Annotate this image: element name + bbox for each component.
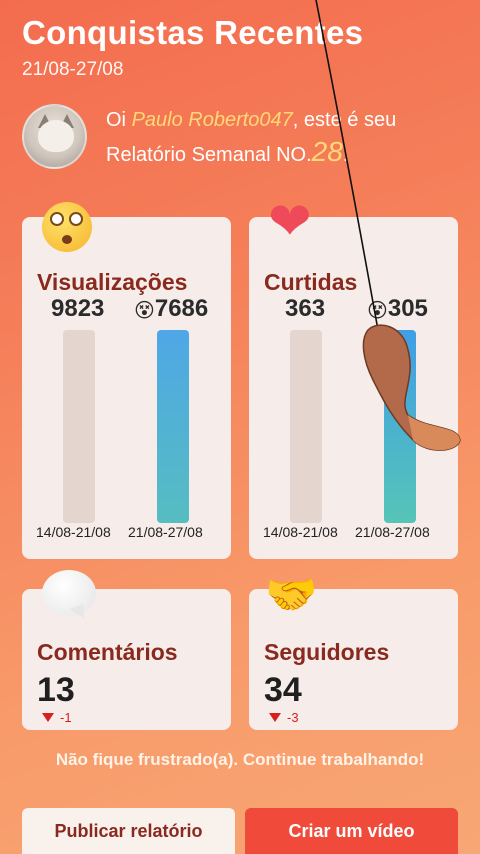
likes-card[interactable]: Curtidas 363 😵305 14/08-21/08 21/08-27/0… bbox=[249, 217, 458, 559]
dizzy-face-icon: 😵 bbox=[134, 300, 155, 322]
avatar[interactable] bbox=[22, 104, 87, 169]
page-title: Conquistas Recentes bbox=[22, 14, 364, 51]
speech-bubble-icon bbox=[42, 570, 96, 616]
views-label: Visualizações bbox=[37, 269, 188, 295]
views-current-value: 7686 bbox=[154, 295, 209, 322]
down-arrow-icon bbox=[42, 713, 54, 722]
followers-label: Seguidores bbox=[264, 639, 390, 665]
date-range: 21/08-27/08 bbox=[22, 59, 124, 80]
create-video-button[interactable]: Criar um vídeo bbox=[245, 808, 458, 854]
likes-previous-bar bbox=[290, 330, 322, 523]
followers-delta-value: -3 bbox=[287, 710, 299, 725]
likes-previous-period: 14/08-21/08 bbox=[263, 524, 338, 540]
views-current-value-wrap: 😵7686 bbox=[134, 295, 208, 323]
comments-count: 13 bbox=[37, 671, 75, 709]
down-arrow-icon bbox=[269, 713, 281, 722]
username: Paulo Roberto047 bbox=[131, 109, 293, 131]
followers-delta: -3 bbox=[269, 710, 299, 725]
heart-icon: ❤ bbox=[268, 193, 312, 251]
likes-label: Curtidas bbox=[264, 269, 358, 295]
greeting-prefix: Oi bbox=[106, 109, 132, 131]
comments-label: Comentários bbox=[37, 639, 178, 665]
dizzy-face-icon: 😵 bbox=[367, 300, 388, 322]
comments-delta-value: -1 bbox=[60, 710, 72, 725]
views-previous-period: 14/08-21/08 bbox=[36, 524, 111, 540]
likes-current-value: 305 bbox=[387, 295, 428, 322]
likes-current-value-wrap: 😵305 bbox=[367, 295, 428, 323]
followers-count: 34 bbox=[264, 671, 302, 709]
handshake-icon: 🤝 bbox=[265, 571, 318, 618]
likes-current-bar bbox=[384, 330, 416, 523]
report-number: 28 bbox=[311, 136, 343, 167]
views-current-period: 21/08-27/08 bbox=[128, 524, 203, 540]
publish-report-button[interactable]: Publicar relatório bbox=[22, 808, 235, 854]
encouragement-message: Não fique frustrado(a). Continue trabalh… bbox=[55, 750, 425, 769]
likes-previous-value: 363 bbox=[285, 295, 326, 322]
comments-delta: -1 bbox=[42, 710, 72, 725]
views-previous-value: 9823 bbox=[51, 295, 105, 322]
likes-current-period: 21/08-27/08 bbox=[355, 524, 430, 540]
greeting-text: Oi Paulo Roberto047, este é seu Relatóri… bbox=[106, 104, 466, 171]
views-previous-bar bbox=[63, 330, 95, 523]
dizzy-face-icon bbox=[42, 202, 92, 252]
views-current-bar bbox=[157, 330, 189, 523]
views-card[interactable]: Visualizações 9823 😵7686 14/08-21/08 21/… bbox=[22, 217, 231, 559]
greeting-suffix: . bbox=[342, 144, 349, 166]
